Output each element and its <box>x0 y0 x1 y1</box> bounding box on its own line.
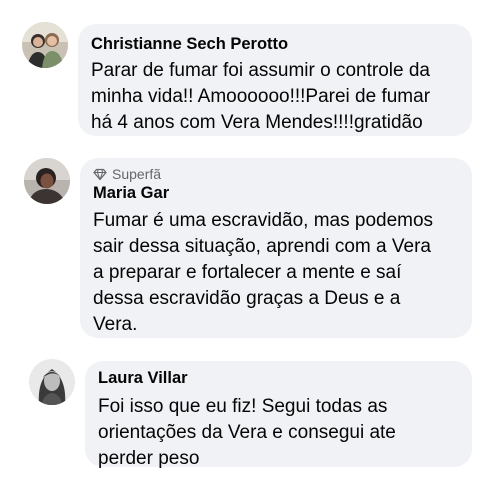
comment-author[interactable]: Christianne Sech Perotto <box>91 34 458 54</box>
superfan-badge: Superfã <box>93 165 458 183</box>
badge-label: Superfã <box>112 166 162 182</box>
avatar[interactable] <box>24 158 70 204</box>
comment-bubble: Christianne Sech Perotto Parar de fumar … <box>78 24 472 136</box>
comment-bubble: Laura Villar Foi isso que eu fiz! Segui … <box>85 361 472 469</box>
comment-author[interactable]: Maria Gar <box>93 183 458 203</box>
profile-photo-icon <box>24 158 70 204</box>
comment-text: Fumar é uma escravidão, mas podemos sair… <box>93 210 434 335</box>
diamond-icon <box>93 167 107 181</box>
avatar[interactable] <box>22 22 68 68</box>
profile-photo-icon <box>29 359 75 405</box>
comment-bubble: Superfã Maria Gar Fumar é uma escravidão… <box>80 158 472 338</box>
profile-photo-icon <box>22 22 68 68</box>
comment-text: Parar de fumar foi assumir o controle da… <box>91 60 431 133</box>
comment-text: Foi isso que eu fiz! Segui todas as orie… <box>98 396 396 469</box>
avatar[interactable] <box>29 359 75 405</box>
comment-author[interactable]: Laura Villar <box>98 368 458 388</box>
